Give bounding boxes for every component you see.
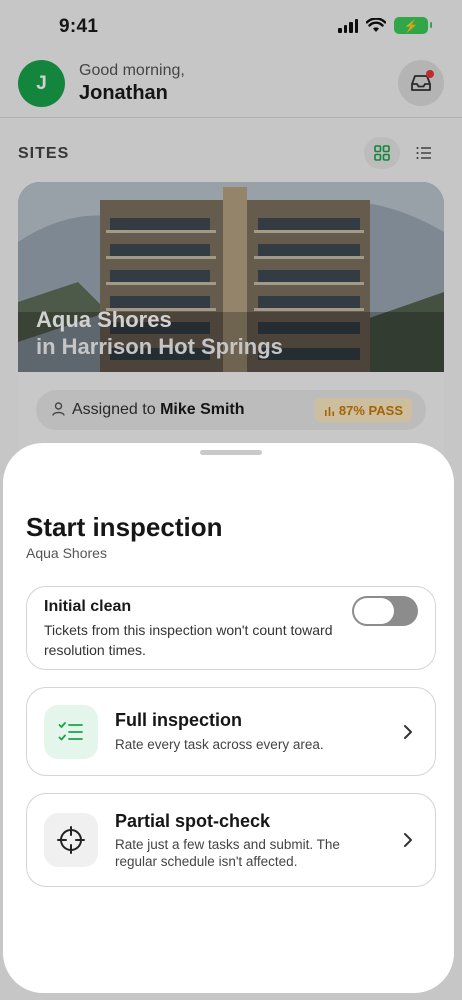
full-inspection-option[interactable]: Full inspection Rate every task across e… xyxy=(26,687,436,776)
partial-spot-check-title: Partial spot-check xyxy=(115,811,271,831)
toggle-knob xyxy=(354,598,394,624)
partial-spot-check-description: Rate just a few tasks and submit. The re… xyxy=(115,837,340,869)
chevron-right-icon xyxy=(404,725,412,739)
full-inspection-description: Rate every task across every area. xyxy=(115,737,324,752)
checklist-icon xyxy=(44,705,98,759)
initial-clean-card: Initial clean Tickets from this inspecti… xyxy=(26,586,436,670)
sheet-grabber[interactable] xyxy=(200,450,262,455)
initial-clean-description: Tickets from this inspection won't count… xyxy=(44,622,333,658)
initial-clean-toggle[interactable] xyxy=(352,596,418,626)
chevron-right-icon xyxy=(404,833,412,847)
sheet-subtitle: Aqua Shores xyxy=(26,545,107,561)
full-inspection-title: Full inspection xyxy=(115,710,243,730)
crosshair-icon xyxy=(44,813,98,867)
partial-spot-check-option[interactable]: Partial spot-check Rate just a few tasks… xyxy=(26,793,436,887)
sheet-title: Start inspection xyxy=(26,512,223,542)
initial-clean-title: Initial clean xyxy=(44,598,132,615)
start-inspection-sheet: Start inspection Aqua Shores Initial cle… xyxy=(3,443,454,993)
